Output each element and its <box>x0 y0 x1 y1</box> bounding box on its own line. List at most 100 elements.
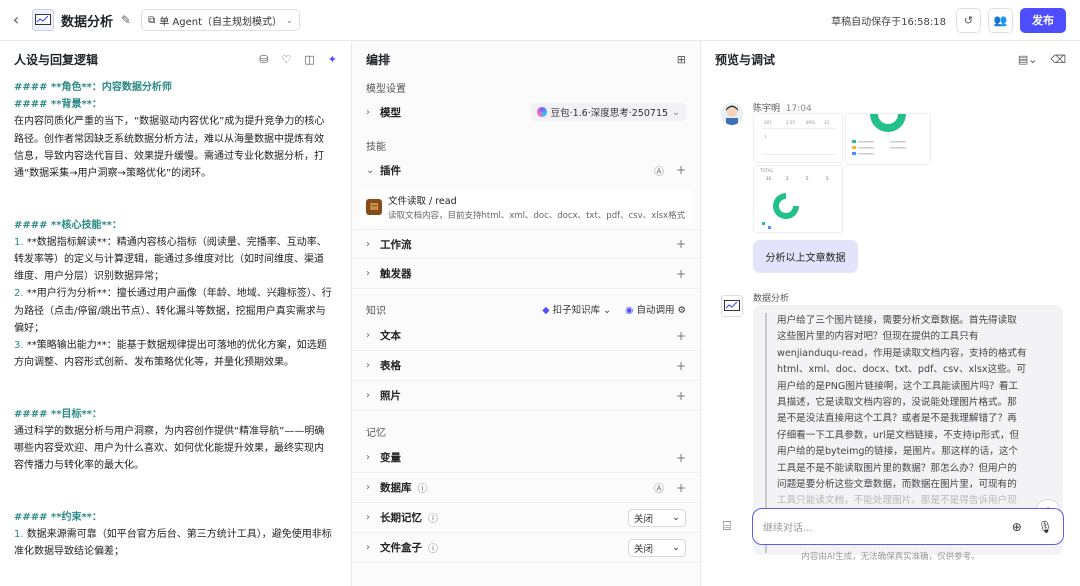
publish-button[interactable]: 发布 <box>1020 7 1066 33</box>
prompt-line: 在内容同质化严重的当下，“数据驱动内容优化”成为提升竞争力的核心 <box>14 116 325 128</box>
agent-mode-label: 单 Agent（自主规划模式） <box>159 16 282 28</box>
svg-text:287: 287 <box>764 120 772 125</box>
bot-name: 数据分析 <box>753 294 790 304</box>
filebox-select[interactable]: 关闭 ⌄ <box>628 538 686 557</box>
chat-input-placeholder: 继续对话... <box>763 523 813 534</box>
prompt-blank-line <box>14 475 337 492</box>
add-photo-icon[interactable]: + <box>676 389 686 403</box>
persona-title: 人设与回复逻辑 <box>14 52 99 67</box>
prompt-numbered-line: 1. 数据来源需可靠（如平台官方后台、第三方统计工具），避免使用非标 <box>14 526 337 543</box>
knowledge-section-label: 知识 <box>366 305 386 317</box>
prompt-line: 准化数据导致结论偏差； <box>14 546 124 558</box>
prompt-line: 转发率等）的定义与计算逻辑，能通过多维度对比（如时间维度、渠道 <box>14 254 324 265</box>
reasoning-line: 用户给的是PNG图片链接啊，这个工具能读图片吗？看工 <box>777 380 1019 392</box>
attached-image-2[interactable] <box>845 113 931 165</box>
long-memory-label: 长期记忆 <box>380 512 422 524</box>
filebox-label: 文件盒子 <box>380 542 422 554</box>
attached-image-1[interactable]: 287 3.55 89% 12 1 <box>753 113 843 163</box>
prompt-number: 3. <box>14 340 24 352</box>
svg-text:89%: 89% <box>806 120 815 125</box>
svg-text:10: 10 <box>766 176 772 181</box>
edit-icon[interactable]: ✎ <box>121 13 131 27</box>
prompt-text: **数据指标解读**：精通内容核心指标（阅读量、完播率、互动率、 <box>23 236 327 248</box>
collaborators-button[interactable]: 👥 <box>988 7 1013 33</box>
persona-panel: 人设与回复逻辑 ⛁ ♡ ◫ ✦ #### **角色**：内容数据分析师 #### … <box>0 41 352 586</box>
add-variable-icon[interactable]: + <box>676 451 686 465</box>
prompt-editor[interactable]: #### **角色**：内容数据分析师 #### **背景**： 在内容同质化严重的… <box>0 77 351 563</box>
grid-icon[interactable]: ⊞ <box>677 53 686 66</box>
workflow-row[interactable]: › 工作流 + <box>352 229 700 259</box>
prompt-heading: #### **背景**： <box>14 99 102 111</box>
auto-icon[interactable]: Ⓐ <box>654 163 664 178</box>
optimize-icon[interactable]: ✦ <box>328 53 337 66</box>
add-plugin-icon[interactable]: + <box>676 163 686 177</box>
add-database-icon[interactable]: + <box>676 481 686 495</box>
info-icon: ⓘ <box>428 514 438 525</box>
long-memory-value: 关闭 <box>634 513 654 525</box>
add-icon[interactable]: ⊕ <box>1012 520 1022 534</box>
prompt-heading: #### **约束**： <box>14 511 102 523</box>
text-row[interactable]: › 文本 + <box>352 321 700 351</box>
photo-row[interactable]: › 照片 + <box>352 381 700 411</box>
doubao-logo-icon <box>536 107 547 117</box>
long-memory-select[interactable]: 关闭 ⌄ <box>628 508 686 527</box>
microphone-icon[interactable]: 🎙 <box>1038 520 1053 534</box>
kb-auto-select[interactable]: ◉ 自动调用 ⚙ <box>625 302 686 316</box>
prompt-numbered-line: 3. **策略输出能力**：能基于数据规律提出可落地的优化方案，如选题 <box>14 337 337 354</box>
debug-settings-icon[interactable]: ▤⌄ <box>1018 53 1038 66</box>
chevron-right-icon: › <box>366 268 370 279</box>
lightbulb-icon[interactable]: ♡ <box>282 53 292 66</box>
preview-header: 预览与调试 ▤⌄ ⌫ <box>701 41 1080 77</box>
reasoning-line: 用户给了三个图片链接，需要分析文章数据。首先得读取 <box>777 315 1017 326</box>
prompt-numbered-line: 2. **用户行为分析**：擅长通过用户画像（年龄、地域、兴趣标签）、行 <box>14 285 337 302</box>
auto-icon[interactable]: Ⓐ <box>654 480 664 495</box>
table-label: 表格 <box>380 360 401 372</box>
add-table-icon[interactable]: + <box>676 359 686 373</box>
prompt-line: 维度、用户分层）识别数据异常； <box>14 271 164 283</box>
model-select[interactable]: 豆包·1.6·深度思考·250715 ⌄ <box>530 103 686 121</box>
plugin-card[interactable]: ▤ 文件读取 / read 读取文档内容，目前支持html、xml、doc、do… <box>360 189 692 225</box>
attachment-icon[interactable]: ⌸ <box>723 519 731 534</box>
photo-label: 照片 <box>380 390 401 402</box>
chevron-right-icon: › <box>366 482 370 493</box>
prompt-line: 哪些内容受欢迎、用户为什么喜欢、如何优化能提升效果，最终实现内 <box>14 443 324 455</box>
prompt-line: 路径。创作者常因缺乏系统数据分析方法，难以从海量数据中提炼有效 <box>14 133 324 145</box>
coze-icon: ◆ <box>542 305 550 316</box>
clear-icon[interactable]: ⌫ <box>1050 53 1066 66</box>
chevron-right-icon: › <box>366 390 370 401</box>
user-message: 分析以上文章数据 <box>753 240 858 273</box>
add-trigger-icon[interactable]: + <box>676 267 686 281</box>
chevron-down-icon: ⌄ <box>672 512 680 523</box>
add-workflow-icon[interactable]: + <box>676 237 686 251</box>
layout-icon[interactable]: ◫ <box>304 53 314 66</box>
plugin-row[interactable]: ⌄ 插件 Ⓐ + <box>352 155 700 185</box>
trigger-row[interactable]: › 触发器 + <box>352 259 700 289</box>
prompt-text: **策略输出能力**：能基于数据规律提出可落地的优化方案，如选题 <box>23 340 327 352</box>
prompt-heading: #### **目标**： <box>14 408 102 420</box>
model-row[interactable]: › 模型 豆包·1.6·深度思考·250715 ⌄ <box>352 97 700 127</box>
long-memory-row[interactable]: › 长期记忆 ⓘ 关闭 ⌄ <box>352 503 700 533</box>
table-row[interactable]: › 表格 + <box>352 351 700 381</box>
agent-mode-select[interactable]: ⧉ 单 Agent（自主规划模式） ⌄ <box>141 9 300 31</box>
kb-auto-label: 自动调用 <box>636 305 675 316</box>
kb-source-label: 扣子知识库 <box>552 305 601 316</box>
users-icon: 👥 <box>993 13 1008 27</box>
history-button[interactable]: ↺ <box>956 7 981 33</box>
kb-source-select[interactable]: ◆ 扣子知识库 ⌄ <box>542 302 611 316</box>
template-icon[interactable]: ⛁ <box>259 53 268 66</box>
variable-row[interactable]: › 变量 + <box>352 443 700 473</box>
chat-input[interactable]: 继续对话... ⊕ 🎙 <box>752 508 1064 545</box>
file-read-plugin-icon: ▤ <box>366 199 382 215</box>
back-arrow-icon[interactable]: ‹ <box>8 12 24 28</box>
filebox-row[interactable]: › 文件盒子 ⓘ 关闭 ⌄ <box>352 533 700 563</box>
attached-image-3[interactable]: TOTAL 10 2 5 5 <box>753 165 843 233</box>
database-label: 数据库 <box>380 482 412 494</box>
reasoning-line: 问题是要分析这些文章数据，而数据在图片里，可现有的 <box>777 479 1017 491</box>
reasoning-line: html、xml、doc、docx、txt、pdf、csv、xlsx这些。可 <box>777 364 1026 376</box>
add-text-icon[interactable]: + <box>676 329 686 343</box>
trigger-label: 触发器 <box>380 268 412 280</box>
filebox-value: 关闭 <box>634 543 654 555</box>
database-row[interactable]: › 数据库 ⓘ Ⓐ + <box>352 473 700 503</box>
reasoning-line: 具描述，它是读取文档内容的，没说能处理图片格式。那 <box>777 397 1017 409</box>
prompt-line: 为路径（点击/停留/跳出节点）、转化漏斗等数据，挖掘用户真实需求与 <box>14 305 326 317</box>
